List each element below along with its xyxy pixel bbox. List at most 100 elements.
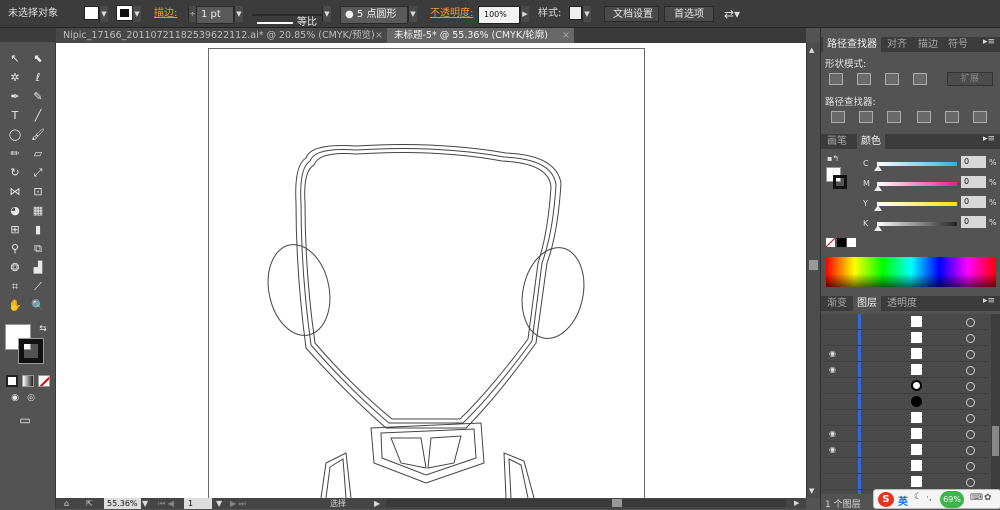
slider-thumb-icon[interactable] xyxy=(874,205,882,211)
mesh-tool-icon[interactable]: ⊞ xyxy=(6,222,24,238)
black-slider[interactable] xyxy=(874,222,957,231)
visibility-eye-icon[interactable]: ◉ xyxy=(829,429,836,438)
direct-selection-tool-icon[interactable]: ⬉ xyxy=(29,51,47,67)
keyboard-icon[interactable]: ⌨ xyxy=(970,493,983,503)
rotate-tool-icon[interactable]: ↻ xyxy=(6,165,24,181)
free-transform-tool-icon[interactable]: ⊡ xyxy=(29,184,47,200)
none-mode-icon[interactable] xyxy=(38,375,50,387)
eyedropper-tool-icon[interactable]: ⚲ xyxy=(6,241,24,257)
target-icon[interactable] xyxy=(966,430,975,439)
stroke-profile-select[interactable]: 等比 ▼ xyxy=(252,6,331,28)
divide-icon[interactable] xyxy=(831,111,845,123)
minus-back-icon[interactable] xyxy=(973,111,987,123)
scale-tool-icon[interactable]: ⤢ xyxy=(29,165,47,181)
tab-transparency[interactable]: 透明度 xyxy=(883,296,921,311)
crop-icon[interactable] xyxy=(917,111,931,123)
target-icon[interactable] xyxy=(966,350,975,359)
unite-icon[interactable] xyxy=(829,73,843,85)
symbol-sprayer-tool-icon[interactable]: ❂ xyxy=(6,260,24,276)
stroke-swatch[interactable]: ▼ xyxy=(116,5,143,22)
tab-brushes[interactable]: 画笔 xyxy=(823,134,851,149)
curvature-tool-icon[interactable]: ✎ xyxy=(29,89,47,105)
layers-scrollbar[interactable] xyxy=(991,314,1000,494)
document-setup-button[interactable]: 文档设置 xyxy=(604,6,659,22)
layer-row[interactable]: ◉ xyxy=(823,362,988,379)
gradient-mode-icon[interactable] xyxy=(22,375,34,387)
slider-thumb-icon[interactable] xyxy=(874,225,882,231)
brush-select[interactable]: ● 5 点圆形 ▼ xyxy=(340,6,417,24)
target-icon[interactable] xyxy=(966,414,975,423)
status-menu-icon[interactable]: ▶ xyxy=(374,498,380,509)
tab-layers[interactable]: 图层 xyxy=(853,296,881,311)
swap-colors-icon[interactable]: ⇆ xyxy=(34,321,52,337)
line-tool-icon[interactable]: ╱ xyxy=(29,108,47,124)
perspective-grid-tool-icon[interactable]: ▦ xyxy=(29,203,47,219)
artboard-number-field[interactable]: 1 xyxy=(184,498,212,509)
layer-row[interactable] xyxy=(823,394,988,411)
cyan-value[interactable]: 0 xyxy=(961,156,986,168)
preferences-button[interactable]: 首选项 xyxy=(664,6,714,22)
slider-thumb-icon[interactable] xyxy=(874,185,882,191)
cyan-slider[interactable] xyxy=(874,162,957,171)
layers-scroll-thumb[interactable] xyxy=(992,426,999,456)
horizontal-scrollbar[interactable] xyxy=(386,499,786,507)
opacity-label-link[interactable]: 不透明度: xyxy=(430,6,473,22)
slider-thumb-icon[interactable] xyxy=(874,165,882,171)
white-swatch[interactable] xyxy=(847,238,856,247)
target-icon[interactable] xyxy=(966,446,975,455)
target-icon[interactable] xyxy=(966,318,975,327)
intersect-icon[interactable] xyxy=(885,73,899,85)
layer-row[interactable] xyxy=(823,458,988,475)
arrange-documents-icon[interactable]: ⇄▾ xyxy=(724,6,740,22)
target-icon[interactable] xyxy=(966,382,975,391)
artboard-tool-icon[interactable]: ⌗ xyxy=(6,279,24,295)
ime-language[interactable]: 英 xyxy=(898,493,908,508)
pen-tool-icon[interactable]: ✒ xyxy=(6,89,24,105)
tab-symbols[interactable]: 符号 xyxy=(944,37,972,52)
scroll-right-icon[interactable]: ▶ xyxy=(794,498,799,509)
selection-tool-icon[interactable]: ↖ xyxy=(6,51,24,67)
visibility-eye-icon[interactable]: ◉ xyxy=(829,349,836,358)
yellow-slider[interactable] xyxy=(874,202,957,211)
hand-tool-icon[interactable]: ✋ xyxy=(6,298,24,314)
column-graph-tool-icon[interactable]: ▟ xyxy=(29,260,47,276)
stroke-color-box[interactable] xyxy=(18,338,44,364)
pencil-tool-icon[interactable]: ✏ xyxy=(6,146,24,162)
color-spectrum[interactable] xyxy=(826,257,996,287)
magic-wand-tool-icon[interactable]: ✲ xyxy=(6,70,24,86)
trim-icon[interactable] xyxy=(859,111,873,123)
tab-color[interactable]: 颜色 xyxy=(857,134,885,149)
shape-builder-tool-icon[interactable]: ◕ xyxy=(6,203,24,219)
canvas-vertical-scrollbar[interactable]: ▲ ▼ xyxy=(806,43,820,498)
paintbrush-tool-icon[interactable]: 🖌 xyxy=(29,127,47,143)
tab-stroke[interactable]: 描边 xyxy=(914,37,942,52)
zoom-tool-icon[interactable]: 🔍 xyxy=(29,298,47,314)
stroke-label-link[interactable]: 描边: xyxy=(154,6,177,22)
width-tool-icon[interactable]: ⋈ xyxy=(6,184,24,200)
tab-gradient[interactable]: 渐变 xyxy=(823,296,851,311)
sogou-logo-icon[interactable]: S xyxy=(878,492,894,507)
zoom-dropdown-icon[interactable]: ▼ xyxy=(142,498,148,509)
document-tab-nipic[interactable]: Nipic_17166_20110721182539622112.ai* @ 2… xyxy=(56,28,387,43)
black-value[interactable]: 0 xyxy=(961,216,986,228)
exclude-icon[interactable] xyxy=(913,73,927,85)
type-tool-icon[interactable]: T xyxy=(6,108,24,124)
scroll-up-icon[interactable]: ▲ xyxy=(809,46,814,54)
layer-row[interactable]: ◉ xyxy=(823,442,988,459)
target-icon[interactable] xyxy=(966,366,975,375)
first-artboard-icon[interactable]: ⏮ ◀ xyxy=(158,498,174,509)
close-icon[interactable]: × xyxy=(375,28,383,43)
zoom-field[interactable]: 55.36% xyxy=(104,498,141,509)
panel-menu-icon[interactable]: ▸≡ xyxy=(983,296,995,306)
tab-pathfinder[interactable]: 路径查找器 xyxy=(823,37,881,52)
opacity-field[interactable]: 100% ▶ xyxy=(478,6,529,24)
gradient-tool-icon[interactable]: ▮ xyxy=(29,222,47,238)
stroke-weight-field[interactable]: ÷ 1 pt ▼ xyxy=(188,6,243,24)
document-tab-untitled-5[interactable]: 未标题-5* @ 55.36% (CMYK/轮廓) × xyxy=(387,28,574,43)
default-colors-icon[interactable]: ▪↰ xyxy=(827,154,839,163)
share-icon[interactable]: ⇱ xyxy=(86,498,93,509)
merge-icon[interactable] xyxy=(887,111,901,123)
layer-row[interactable] xyxy=(823,314,988,331)
visibility-eye-icon[interactable]: ◉ xyxy=(829,445,836,454)
layer-row[interactable]: ◉ xyxy=(823,346,988,363)
